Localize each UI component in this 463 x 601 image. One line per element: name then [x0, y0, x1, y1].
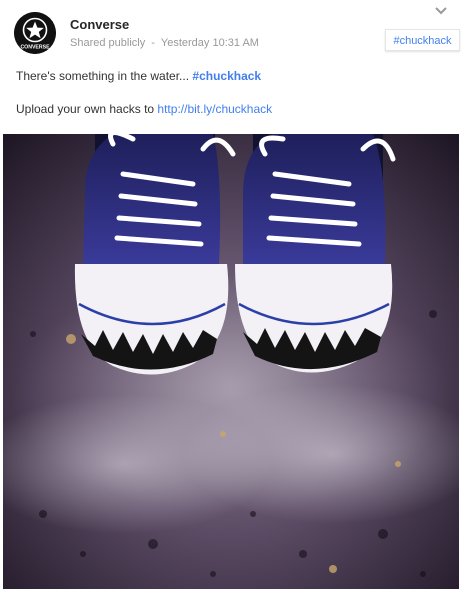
author-avatar[interactable]: CONVERSE: [14, 12, 56, 54]
post-meta: Shared publicly - Yesterday 10:31 AM: [70, 37, 259, 49]
post-text-body: There's something in the water...: [16, 69, 193, 83]
visibility-label[interactable]: Shared publicly: [70, 37, 145, 49]
converse-star-logo-icon: CONVERSE: [14, 12, 56, 54]
upload-text: Upload your own hacks to: [16, 102, 158, 116]
meta-separator: -: [151, 37, 155, 49]
upload-line: Upload your own hacks to http://bit.ly/c…: [16, 102, 272, 116]
shoes-in-water-image: [3, 134, 459, 589]
post-card: CONVERSE Converse Shared publicly - Yester…: [0, 0, 463, 601]
logo-text: CONVERSE: [20, 45, 50, 51]
post-text: There's something in the water... #chuck…: [16, 69, 261, 83]
chevron-down-icon[interactable]: [433, 4, 449, 18]
timestamp[interactable]: Yesterday 10:31 AM: [161, 37, 259, 49]
post-hashtag-link[interactable]: #chuckhack: [192, 69, 261, 83]
bitly-link[interactable]: http://bit.ly/chuckhack: [157, 102, 272, 116]
author-name[interactable]: Converse: [70, 17, 129, 32]
post-photo[interactable]: [3, 134, 459, 589]
hashtag-chip[interactable]: #chuckhack: [385, 29, 460, 51]
